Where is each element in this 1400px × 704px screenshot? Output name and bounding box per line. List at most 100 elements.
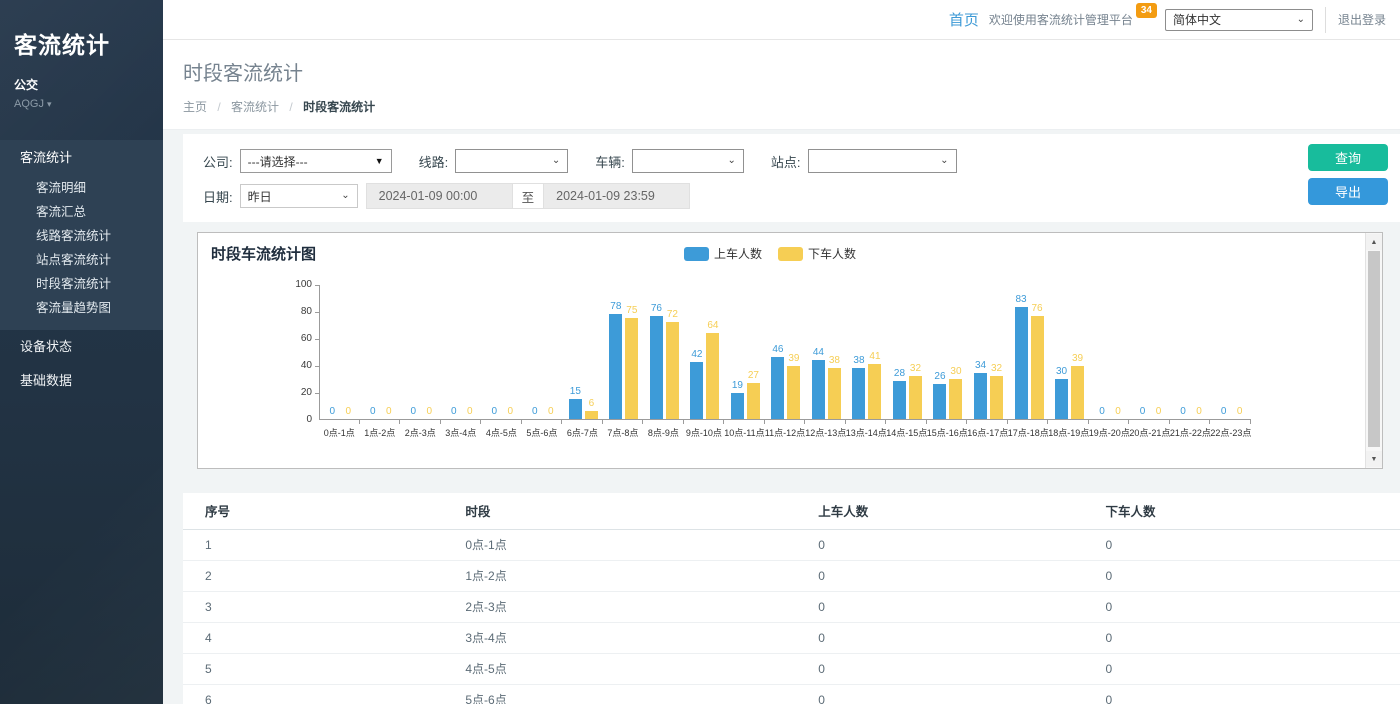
y-axis-tick-mark: [315, 366, 320, 367]
bar[interactable]: [852, 368, 865, 419]
date-preset-select[interactable]: 昨日 ⌄: [240, 184, 358, 208]
bar-value-label: 76: [651, 303, 662, 314]
bar[interactable]: [893, 381, 906, 419]
bar[interactable]: [990, 376, 1003, 419]
breadcrumb-passenger-stats[interactable]: 客流统计: [231, 100, 279, 114]
bar-group: 4639: [766, 285, 807, 419]
line-select[interactable]: ⌄: [455, 149, 568, 173]
bar[interactable]: [650, 316, 663, 419]
bar-value-label: 75: [626, 305, 637, 316]
bar-value-label: 39: [788, 353, 799, 364]
notification-badge[interactable]: 34: [1136, 3, 1157, 18]
bar-value-label: 78: [610, 301, 621, 312]
logout-link[interactable]: 退出登录: [1338, 11, 1386, 28]
bar-slot: 0: [1136, 285, 1149, 419]
bar-group: 00: [482, 285, 523, 419]
bar-value-label: 32: [910, 363, 921, 374]
bar-slot: 0: [504, 285, 517, 419]
vehicle-label: 车辆:: [595, 152, 625, 171]
bar-slot: 6: [585, 285, 598, 419]
sidebar-subitem[interactable]: 线路客流统计: [0, 224, 163, 248]
bar-group: 00: [442, 285, 483, 419]
chart-scrollbar[interactable]: ▲ ▼: [1365, 233, 1382, 468]
legend-swatch-yellow: [778, 247, 803, 261]
bar[interactable]: [933, 384, 946, 419]
bar[interactable]: [974, 373, 987, 419]
chart-legend: 上车人数 下车人数: [198, 245, 1342, 262]
bar-slot: 76: [650, 285, 663, 419]
bar[interactable]: [949, 379, 962, 420]
bar-slot: 0: [423, 285, 436, 419]
bar[interactable]: [787, 366, 800, 419]
app-logo: 客流统计: [14, 26, 149, 60]
bar-value-label: 76: [1031, 303, 1042, 314]
legend-item-alighting[interactable]: 下车人数: [778, 245, 856, 262]
sidebar-subitem[interactable]: 客流汇总: [0, 200, 163, 224]
sidebar-subitem[interactable]: 客流明细: [0, 176, 163, 200]
welcome-text: 欢迎使用客流统计管理平台: [989, 11, 1133, 28]
date-end-input[interactable]: 2024-01-09 23:59: [543, 183, 690, 209]
vehicle-select[interactable]: ⌄: [632, 149, 744, 173]
table-row: 32点-3点00: [183, 592, 1400, 623]
home-link[interactable]: 首页: [949, 9, 979, 30]
bar[interactable]: [731, 393, 744, 419]
bar[interactable]: [771, 357, 784, 419]
scrollbar-down-button[interactable]: ▼: [1366, 451, 1382, 467]
bar[interactable]: [666, 322, 679, 419]
bar[interactable]: [812, 360, 825, 419]
data-table-panel: 序号时段上车人数下车人数 10点-1点0021点-2点0032点-3点0043点…: [183, 493, 1400, 704]
bar-slot: 34: [974, 285, 987, 419]
table-cell: 2点-3点: [465, 592, 818, 623]
export-button[interactable]: 导出: [1308, 178, 1388, 205]
breadcrumb-home[interactable]: 主页: [183, 100, 207, 114]
table-cell: 6: [183, 685, 465, 704]
sidebar-item-base-data[interactable]: 基础数据: [0, 364, 163, 398]
bar[interactable]: [828, 368, 841, 419]
legend-item-boarding[interactable]: 上车人数: [684, 245, 762, 262]
bar[interactable]: [706, 333, 719, 419]
sidebar-item-device-status[interactable]: 设备状态: [0, 330, 163, 364]
scrollbar-thumb[interactable]: [1368, 251, 1380, 447]
date-start-input[interactable]: 2024-01-09 00:00: [366, 183, 513, 209]
breadcrumb: 主页 / 客流统计 / 时段客流统计: [183, 98, 1380, 115]
table-cell: 1点-2点: [465, 561, 818, 592]
x-axis-label: 11点-12点: [765, 426, 806, 439]
bar[interactable]: [690, 362, 703, 419]
table-header: 下车人数: [1105, 493, 1400, 530]
table-cell: 0: [1105, 530, 1400, 561]
company-select[interactable]: ---请选择--- ▼: [240, 149, 392, 173]
sidebar-group-header[interactable]: 客流统计: [0, 140, 163, 176]
bar[interactable]: [868, 364, 881, 419]
sidebar-subitem[interactable]: 客流量趋势图: [0, 296, 163, 320]
bar[interactable]: [747, 383, 760, 419]
topbar: 首页 欢迎使用客流统计管理平台 34 简体中文 ⌄ 退出登录: [163, 0, 1400, 40]
bar[interactable]: [609, 314, 622, 419]
table-header: 时段: [465, 493, 818, 530]
bar[interactable]: [909, 376, 922, 419]
scrollbar-up-button[interactable]: ▲: [1366, 234, 1382, 250]
table-cell: 5: [183, 654, 465, 685]
bar-slot: 0: [463, 285, 476, 419]
bar[interactable]: [1071, 366, 1084, 419]
table-row: 54点-5点00: [183, 654, 1400, 685]
x-axis-label: 21点-22点: [1170, 426, 1211, 439]
bar-value-label: 0: [345, 406, 351, 417]
bar-group: 00: [1171, 285, 1212, 419]
station-select[interactable]: ⌄: [808, 149, 957, 173]
bar[interactable]: [1031, 316, 1044, 419]
bar[interactable]: [625, 318, 638, 419]
bar[interactable]: [1055, 379, 1068, 420]
table-cell: 0: [1105, 623, 1400, 654]
query-button[interactable]: 查询: [1308, 144, 1388, 171]
sidebar-subitem[interactable]: 站点客流统计: [0, 248, 163, 272]
bar[interactable]: [585, 411, 598, 419]
bar[interactable]: [1015, 307, 1028, 419]
table-cell: 0: [1105, 685, 1400, 704]
org-code-dropdown[interactable]: AQGJ▾: [14, 98, 149, 110]
bar[interactable]: [569, 399, 582, 419]
bar-slot: 38: [828, 285, 841, 419]
sidebar-subitem[interactable]: 时段客流统计: [0, 272, 163, 296]
bar-slot: 41: [868, 285, 881, 419]
language-select[interactable]: 简体中文 ⌄: [1165, 9, 1313, 31]
chart-plot-area: 0204060801000000000000001567875767242641…: [319, 285, 1251, 420]
